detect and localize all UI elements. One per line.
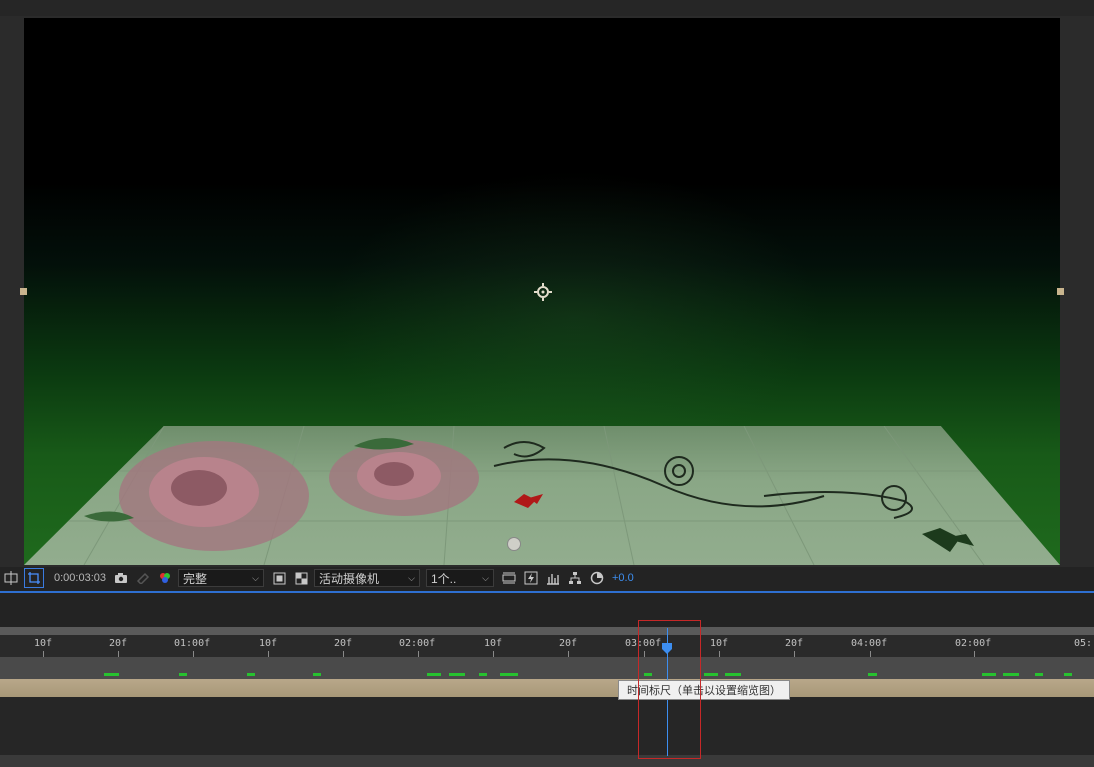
view-layout-dropdown[interactable]: 1个.. ⌵ [426,569,494,587]
viewer-toolbar: 0:00:03:03 完整 ⌵ 活动摄像机 ⌵ 1个.. ⌵ +0.0 [0,567,1094,589]
cache-segment [1035,673,1043,676]
cache-segment [1064,673,1072,676]
resolution-dropdown[interactable]: 完整 ⌵ [178,569,264,587]
right-transform-handle[interactable] [1057,288,1064,295]
camera-snapshot-icon[interactable] [112,569,130,587]
grid-icon[interactable] [2,569,20,587]
tick-label: 01:00f [174,638,211,649]
timeline-icon[interactable] [544,569,562,587]
tick-label: 10f [259,638,278,649]
tick-label: 20f [559,638,578,649]
cache-segment [104,673,119,676]
cache-segment [982,673,996,676]
toggle-pixel-aspect-icon[interactable] [500,569,518,587]
time-ruler[interactable]: 10f 20f 01:00f 10f 20f 02:00f 10f 20f 03… [0,635,1094,657]
background-glow [324,168,824,468]
tick-label: 05: [1074,638,1093,649]
fast-preview-icon[interactable] [522,569,540,587]
layer-track-area[interactable] [0,697,1094,755]
current-time-display[interactable]: 0:00:03:03 [48,572,112,584]
composition-canvas[interactable] [24,18,1060,565]
cache-segment [704,673,718,676]
camera-point-of-interest[interactable] [507,537,521,551]
render-cache-row [0,657,1094,679]
annotation-highlight-box [638,620,701,759]
tick-label: 20f [334,638,353,649]
fit-icon[interactable] [270,569,288,587]
tick-label: 02:00f [399,638,436,649]
cache-segment [500,673,518,676]
tick-label: 10f [484,638,503,649]
top-panel-bar [0,0,1094,17]
cache-segment [313,673,321,676]
tick-label: 02:00f [955,638,992,649]
region-of-interest-icon[interactable] [24,568,44,588]
anchor-point-icon[interactable] [534,283,552,301]
exposure-value[interactable]: +0.0 [612,572,634,584]
transparency-grid-icon[interactable] [292,569,310,587]
tick-label: 04:00f [851,638,888,649]
tick-label: 20f [785,638,804,649]
timeline-bottom-bar [0,755,1094,767]
work-area-bar[interactable] [0,679,1094,697]
view-layout-value: 1个.. [431,571,457,586]
chevron-down-icon: ⌵ [482,572,489,583]
tick-label: 10f [34,638,53,649]
cache-segment [179,673,187,676]
time-navigator-bar[interactable] [0,627,1094,635]
composition-viewer[interactable] [0,16,1094,567]
cache-segment [449,673,465,676]
cache-segment [427,673,441,676]
exposure-reset-icon[interactable] [588,569,606,587]
cache-segment [479,673,487,676]
left-transform-handle[interactable] [20,288,27,295]
color-channel-icon[interactable] [156,569,174,587]
camera-dropdown[interactable]: 活动摄像机 ⌵ [314,569,420,587]
chevron-down-icon: ⌵ [408,572,415,583]
chevron-down-icon: ⌵ [252,572,259,583]
rose-floor-layer[interactable] [24,426,1060,565]
floor-artwork [54,426,1034,565]
cache-segment [725,673,741,676]
tick-label: 10f [710,638,729,649]
camera-value: 活动摄像机 [319,571,380,586]
flowchart-icon[interactable] [566,569,584,587]
resolution-value: 完整 [183,571,208,586]
cache-segment [247,673,255,676]
tick-label: 20f [109,638,128,649]
show-snapshot-icon[interactable] [134,569,152,587]
cache-segment [868,673,877,676]
cache-segment [1003,673,1019,676]
